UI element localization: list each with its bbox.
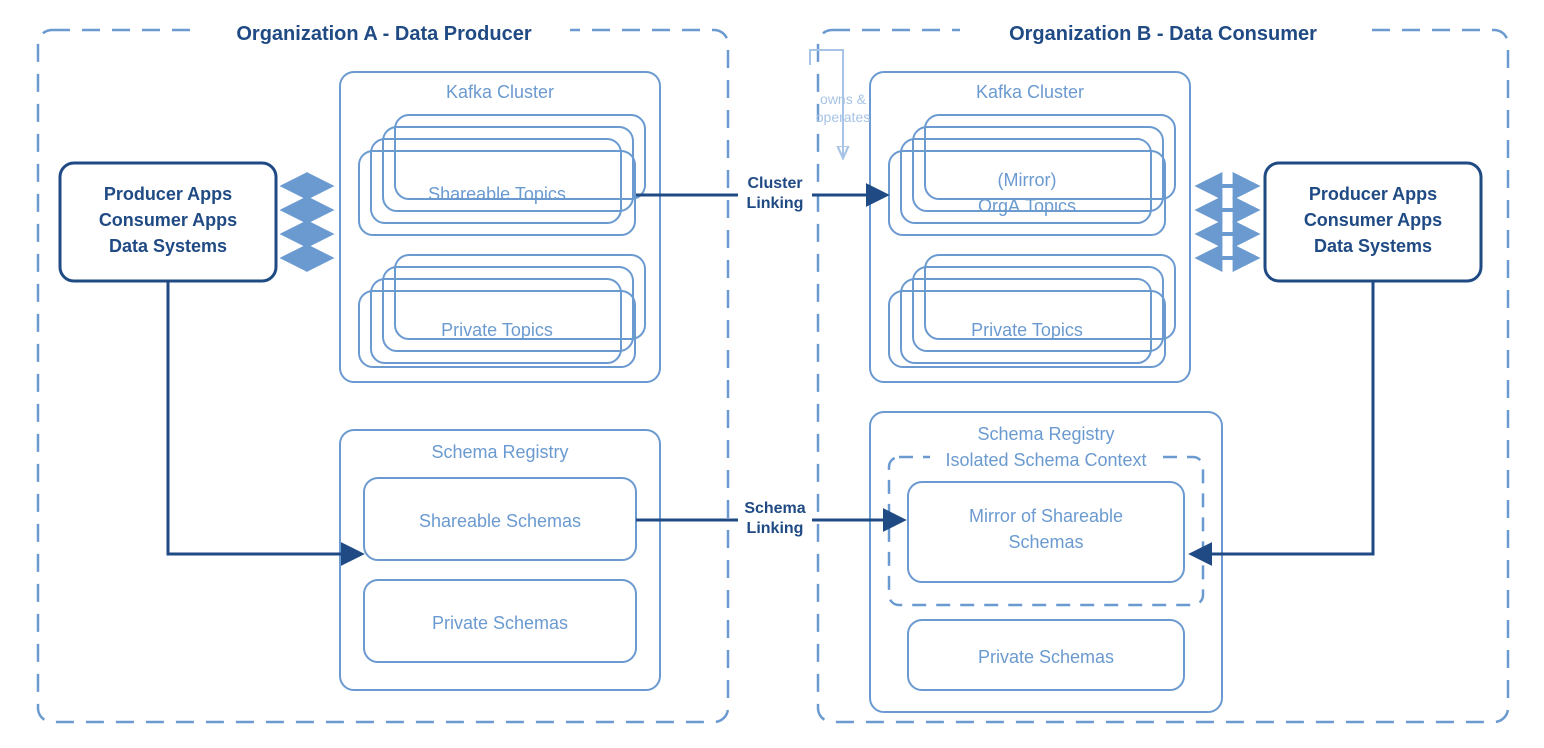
shareable-topics-stack: Shareable Topics xyxy=(359,115,645,235)
org-b-box xyxy=(818,30,1508,722)
apps-b-l2: Consumer Apps xyxy=(1304,210,1442,230)
org-b-title: Organization B - Data Consumer xyxy=(1009,23,1317,45)
diagram-root: Organization A - Data Producer Producer … xyxy=(0,0,1544,748)
cluster-link-label-1: Cluster xyxy=(747,175,802,192)
mirror-topics-l2: OrgA.Topics xyxy=(978,196,1076,216)
org-a-title: Organization A - Data Producer xyxy=(236,23,531,45)
apps-a-l2: Consumer Apps xyxy=(99,210,237,230)
shareable-schemas-label: Shareable Schemas xyxy=(419,511,581,531)
apps-a-to-registry xyxy=(168,281,360,554)
private-topics-b-label: Private Topics xyxy=(971,320,1083,340)
apps-a-l1: Producer Apps xyxy=(104,184,232,204)
apps-a-kafka-arrows xyxy=(285,186,329,258)
schema-link-label-1: Schema xyxy=(744,500,805,517)
isolated-context-label: Isolated Schema Context xyxy=(945,450,1146,470)
owns-l1: owns & xyxy=(820,91,867,107)
cluster-link-label-2: Linking xyxy=(747,195,804,212)
registry-a-title: Schema Registry xyxy=(431,442,568,462)
apps-b-l3: Data Systems xyxy=(1314,236,1432,256)
private-topics-a-label: Private Topics xyxy=(441,320,553,340)
apps-b-l1: Producer Apps xyxy=(1309,184,1437,204)
registry-b-title: Schema Registry xyxy=(977,424,1114,444)
private-schemas-a-label: Private Schemas xyxy=(432,613,568,633)
owns-l2: operates xyxy=(816,109,870,125)
org-a-box xyxy=(38,30,728,722)
private-schemas-b-label: Private Schemas xyxy=(978,647,1114,667)
private-topics-a-stack: Private Topics xyxy=(359,255,645,367)
mirror-topics-l1: (Mirror) xyxy=(998,170,1057,190)
shareable-topics-label: Shareable Topics xyxy=(428,184,566,204)
kafka-b-apps-arrows xyxy=(1200,186,1255,258)
apps-a-l3: Data Systems xyxy=(109,236,227,256)
private-topics-b-stack: Private Topics xyxy=(889,255,1175,367)
mirror-schemas-l2: Schemas xyxy=(1008,532,1083,552)
schema-link-label-2: Linking xyxy=(747,520,804,537)
mirror-topics-stack: (Mirror) OrgA.Topics xyxy=(889,115,1175,235)
mirror-schemas-l1: Mirror of Shareable xyxy=(969,506,1123,526)
kafka-b-title: Kafka Cluster xyxy=(976,82,1084,102)
kafka-a-title: Kafka Cluster xyxy=(446,82,554,102)
